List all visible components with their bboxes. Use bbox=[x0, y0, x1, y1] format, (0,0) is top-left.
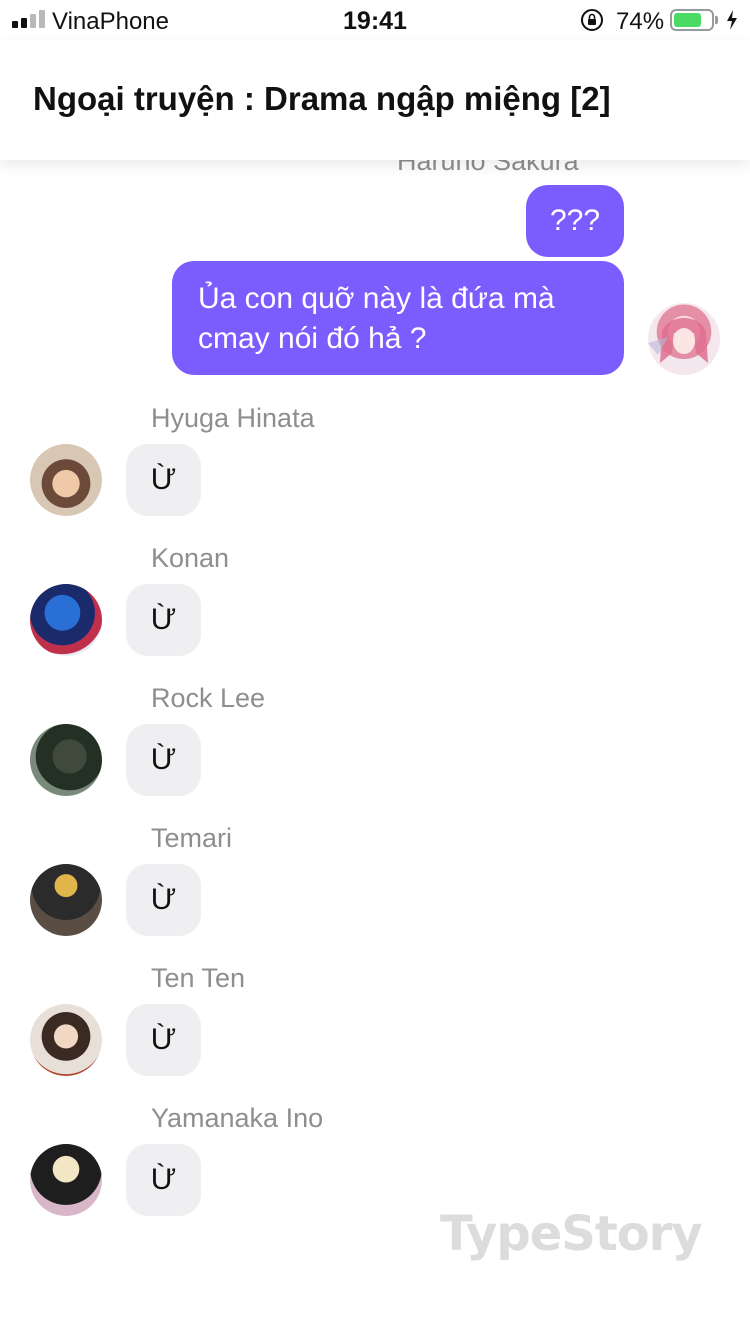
avatar-sakura[interactable] bbox=[648, 303, 720, 375]
typestory-watermark: TypeStory bbox=[440, 1206, 703, 1262]
message-text: Ừ bbox=[150, 603, 177, 636]
chat-title: Ngoại truyện : Drama ngập miệng [2] bbox=[33, 80, 611, 117]
sender-name: Konan bbox=[151, 543, 230, 573]
message-text: ??? bbox=[550, 204, 601, 237]
avatar-yamanaka-ino[interactable] bbox=[30, 1144, 102, 1216]
avatar-temari[interactable] bbox=[30, 864, 102, 936]
sender-name: Rock Lee bbox=[151, 683, 266, 713]
incoming-message-bubble[interactable]: Ừ bbox=[126, 444, 201, 516]
battery-percent: 74% bbox=[616, 8, 665, 35]
sender-name: Temari bbox=[151, 823, 233, 853]
avatar-illustration bbox=[648, 318, 708, 363]
incoming-message-bubble[interactable]: Ừ bbox=[126, 724, 201, 796]
status-bar: VinaPhone 19:41 74% bbox=[0, 0, 750, 40]
sender-name: Ten Ten bbox=[151, 963, 246, 993]
incoming-message-bubble[interactable]: Ừ bbox=[126, 1144, 201, 1216]
outgoing-message-bubble[interactable]: ??? bbox=[526, 185, 625, 257]
message-text-line: cmay nói đó hả ? bbox=[198, 322, 427, 355]
battery-icon bbox=[670, 9, 714, 31]
chat-header: Ngoại truyện : Drama ngập miệng [2] bbox=[0, 40, 750, 160]
message-text: Ừ bbox=[150, 1023, 177, 1056]
message-text: Ừ bbox=[150, 1163, 177, 1196]
charging-bolt-icon bbox=[727, 10, 737, 30]
message-text: Ừ bbox=[150, 883, 177, 916]
avatar-konan[interactable] bbox=[30, 584, 102, 656]
chat-area[interactable]: Haruno Sakura ??? Ủa con quỡ này là đứa … bbox=[0, 160, 750, 1334]
battery-tip bbox=[715, 16, 718, 24]
outgoing-message-bubble[interactable]: Ủa con quỡ này là đứa mà cmay nói đó hả … bbox=[172, 261, 624, 375]
sender-name: Hyuga Hinata bbox=[151, 403, 315, 433]
incoming-message-bubble[interactable]: Ừ bbox=[126, 1004, 201, 1076]
avatar-rock-lee[interactable] bbox=[30, 724, 102, 796]
message-text: Ừ bbox=[150, 743, 177, 776]
incoming-message-bubble[interactable]: Ừ bbox=[126, 864, 201, 936]
message-text-line: Ủa con quỡ này là đứa mà bbox=[198, 282, 555, 315]
message-text: Ừ bbox=[150, 463, 177, 496]
avatar-hyuga-hinata[interactable] bbox=[30, 444, 102, 516]
incoming-message-bubble[interactable]: Ừ bbox=[126, 584, 201, 656]
avatar-ten-ten[interactable] bbox=[30, 1004, 102, 1076]
sender-name: Yamanaka Ino bbox=[151, 1103, 324, 1133]
battery-level bbox=[674, 13, 701, 27]
orientation-lock-icon bbox=[581, 9, 603, 31]
sender-name-sakura: Haruno Sakura bbox=[397, 160, 579, 176]
